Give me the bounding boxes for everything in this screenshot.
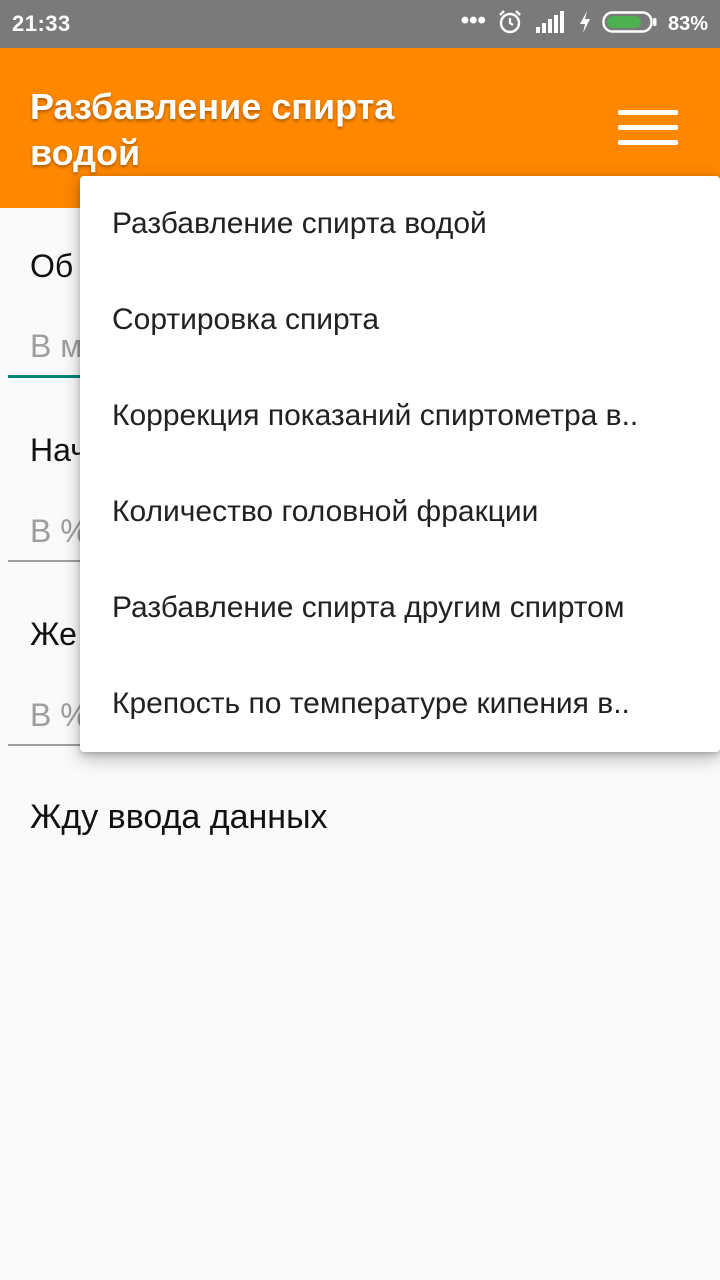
status-icons: ••• 83% [461,8,708,40]
app-title: Разбавление спирта водой [30,86,395,173]
desired-strength-label: Же [30,616,77,652]
menu-item-dilution-water[interactable]: Разбавление спирта водой [80,176,720,272]
signal-icon [534,9,568,40]
status-time: 21:33 [12,11,71,36]
battery-percent: 83% [667,12,708,35]
more-dots-icon: ••• [460,7,486,34]
battery-icon [602,9,658,40]
menu-item-hydrometer-correction[interactable]: Коррекция показаний спиртометра в.. [80,368,720,464]
menu-item-sorting[interactable]: Сортировка спирта [80,272,720,368]
menu-item-boiling-strength[interactable]: Крепость по температуре кипения в.. [80,656,720,752]
alarm-icon [496,8,524,41]
charging-icon [578,10,592,39]
volume-label: Об [30,248,74,284]
initial-strength-label: Нач [30,432,87,468]
hamburger-menu-icon[interactable] [616,106,680,150]
result-text: Жду ввода данных [30,798,328,836]
menu-item-dilution-spirit[interactable]: Разбавление спирта другим спиртом [80,560,720,656]
menu-item-head-fraction[interactable]: Количество головной фракции [80,464,720,560]
popup-menu: Разбавление спирта водой Сортировка спир… [80,176,720,752]
status-bar: 21:33 ••• 83% [0,0,720,48]
